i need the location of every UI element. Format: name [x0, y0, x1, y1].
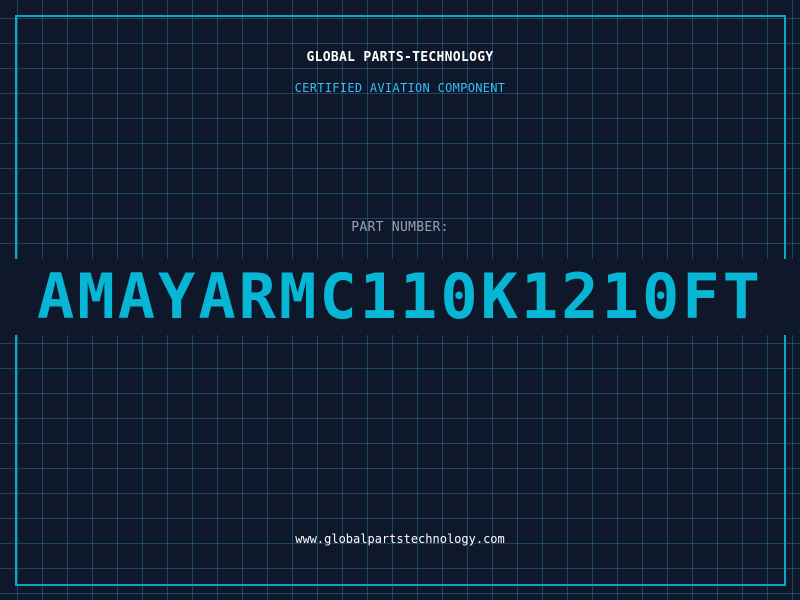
certification-subtitle: CERTIFIED AVIATION COMPONENT — [294, 81, 506, 95]
website-link[interactable]: www.globalpartstechnology.com — [0, 531, 800, 547]
brand-title: GLOBAL PARTS-TECHNOLOGY — [306, 50, 494, 65]
part-number-label: PART NUMBER: — [351, 220, 449, 235]
part-number-value: AMAYARMC110K1210FT — [37, 260, 763, 333]
